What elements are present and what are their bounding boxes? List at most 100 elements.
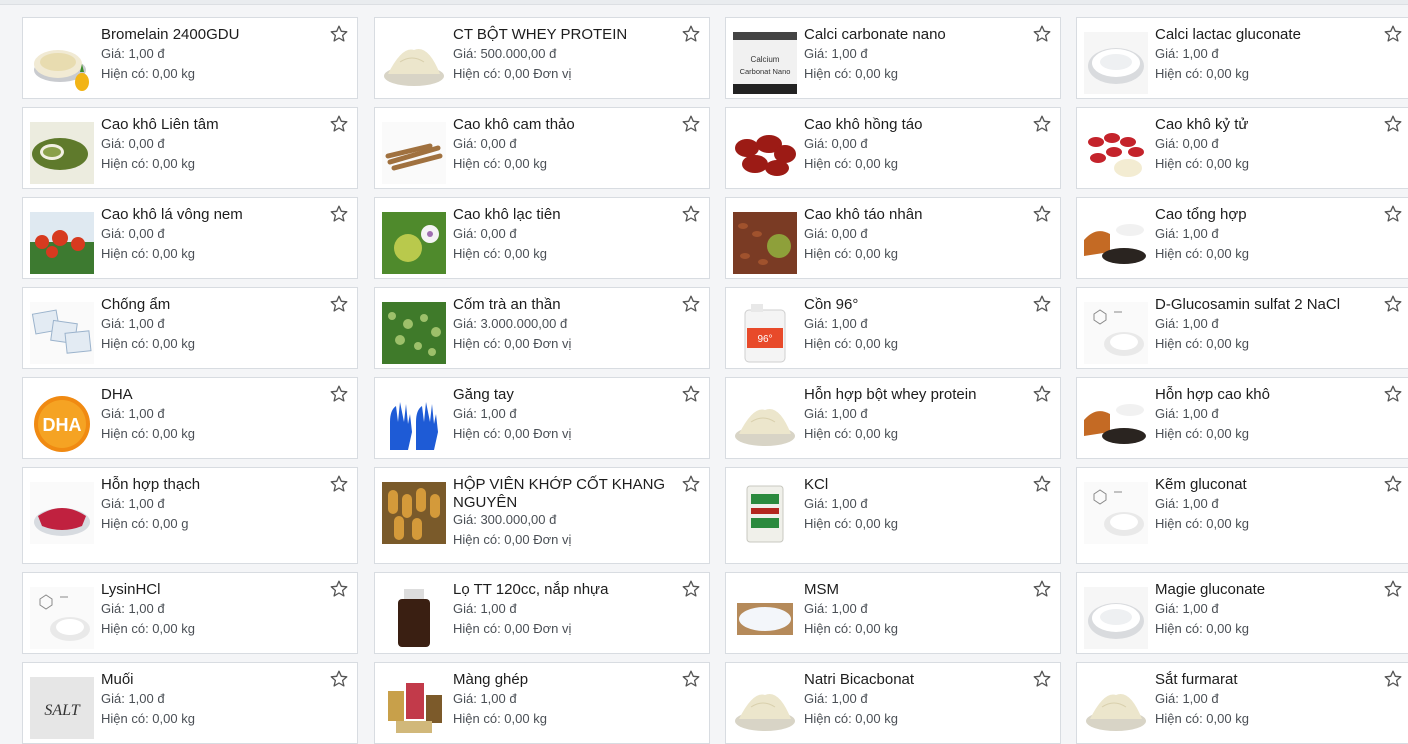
product-name[interactable]: Hỗn hợp cao khô [1155,386,1377,404]
product-name[interactable]: Cao khô táo nhân [804,206,1026,224]
star-icon[interactable] [681,474,701,494]
product-name[interactable]: Hỗn hợp bột whey protein [804,386,1026,404]
product-card[interactable]: Hỗn hợp thạch Giá: 1,00 đ Hiện có: 0,00 … [22,467,358,564]
star-icon[interactable] [1032,294,1052,314]
product-card[interactable]: Găng tay Giá: 1,00 đ Hiện có: 0,00 Đơn v… [374,377,710,459]
product-card[interactable]: HỘP VIÊN KHỚP CỐT KHANG NGUYÊN Giá: 300.… [374,467,710,564]
star-icon[interactable] [1032,384,1052,404]
star-icon[interactable] [329,474,349,494]
star-icon[interactable] [681,114,701,134]
product-card[interactable]: Cao khô lá vông nem Giá: 0,00 đ Hiện có:… [22,197,358,279]
product-name[interactable]: Natri Bicacbonat [804,671,1026,689]
product-card[interactable]: LysinHCl Giá: 1,00 đ Hiện có: 0,00 kg [22,572,358,654]
product-card[interactable]: MSM Giá: 1,00 đ Hiện có: 0,00 kg [725,572,1061,654]
star-icon[interactable] [681,579,701,599]
product-name[interactable]: Màng ghép [453,671,675,689]
star-icon[interactable] [681,294,701,314]
product-name[interactable]: Cao khô hồng táo [804,116,1026,134]
product-card[interactable]: Magie gluconate Giá: 1,00 đ Hiện có: 0,0… [1076,572,1408,654]
star-icon[interactable] [681,384,701,404]
product-name[interactable]: HỘP VIÊN KHỚP CỐT KHANG NGUYÊN [453,476,675,512]
product-name[interactable]: KCl [804,476,1026,494]
product-name[interactable]: LysinHCl [101,581,323,599]
product-card[interactable]: DHA DHA Giá: 1,00 đ Hiện có: 0,00 kg [22,377,358,459]
product-card[interactable]: Sắt furmarat Giá: 1,00 đ Hiện có: 0,00 k… [1076,662,1408,744]
product-card[interactable]: KCl Giá: 1,00 đ Hiện có: 0,00 kg [725,467,1061,564]
product-name[interactable]: DHA [101,386,323,404]
star-icon[interactable] [1383,114,1403,134]
star-icon[interactable] [1383,204,1403,224]
product-card[interactable]: SALT Muối Giá: 1,00 đ Hiện có: 0,00 kg [22,662,358,744]
star-icon[interactable] [1383,294,1403,314]
star-icon[interactable] [329,114,349,134]
star-icon[interactable] [329,579,349,599]
product-card[interactable]: Hỗn hợp bột whey protein Giá: 1,00 đ Hiệ… [725,377,1061,459]
product-name[interactable]: Muối [101,671,323,689]
product-name[interactable]: Magie gluconate [1155,581,1377,599]
product-name[interactable]: Cồn 96° [804,296,1026,314]
product-name[interactable]: Cao khô kỷ tử [1155,116,1377,134]
star-icon[interactable] [329,204,349,224]
star-icon[interactable] [1383,24,1403,44]
product-card[interactable]: Lọ TT 120cc, nắp nhựa Giá: 1,00 đ Hiện c… [374,572,710,654]
star-icon[interactable] [1032,114,1052,134]
star-icon[interactable] [1383,579,1403,599]
star-icon[interactable] [329,669,349,689]
star-icon[interactable] [1383,384,1403,404]
product-card[interactable]: Cao khô Liên tâm Giá: 0,00 đ Hiện có: 0,… [22,107,358,189]
product-card[interactable]: Kẽm gluconat Giá: 1,00 đ Hiện có: 0,00 k… [1076,467,1408,564]
product-name[interactable]: CT BỘT WHEY PROTEIN [453,26,675,44]
product-card[interactable]: Calcium Carbonat Nano Calci carbonate nan… [725,17,1061,99]
product-name[interactable]: Bromelain 2400GDU [101,26,323,44]
product-name[interactable]: Cao tổng hợp [1155,206,1377,224]
star-icon[interactable] [329,24,349,44]
product-card[interactable]: Cao khô cam thảo Giá: 0,00 đ Hiện có: 0,… [374,107,710,189]
product-card[interactable]: Calci lactac gluconate Giá: 1,00 đ Hiện … [1076,17,1408,99]
product-name[interactable]: Cao khô cam thảo [453,116,675,134]
star-icon[interactable] [1032,474,1052,494]
product-name[interactable]: Lọ TT 120cc, nắp nhựa [453,581,675,599]
product-name[interactable]: D-Glucosamin sulfat 2 NaCl [1155,296,1377,314]
product-card[interactable]: D-Glucosamin sulfat 2 NaCl Giá: 1,00 đ H… [1076,287,1408,369]
product-name[interactable]: Kẽm gluconat [1155,476,1377,494]
star-icon[interactable] [329,384,349,404]
star-icon[interactable] [681,669,701,689]
product-card[interactable]: Chống ẩm Giá: 1,00 đ Hiện có: 0,00 kg [22,287,358,369]
product-name[interactable]: Găng tay [453,386,675,404]
product-stock: Hiện có: 0,00 kg [1155,426,1249,441]
star-icon[interactable] [1032,204,1052,224]
star-icon[interactable] [1383,474,1403,494]
product-card[interactable]: Màng ghép Giá: 1,00 đ Hiện có: 0,00 kg [374,662,710,744]
product-card[interactable]: Cốm trà an thần Giá: 3.000.000,00 đ Hiện… [374,287,710,369]
product-thumbnail [733,482,797,544]
product-card[interactable]: 96° Cồn 96° Giá: 1,00 đ Hiện có: 0,00 kg [725,287,1061,369]
product-card[interactable]: Bromelain 2400GDU Giá: 1,00 đ Hiện có: 0… [22,17,358,99]
product-card[interactable]: Cao khô táo nhân Giá: 0,00 đ Hiện có: 0,… [725,197,1061,279]
svg-text:SALT: SALT [44,702,80,719]
product-card[interactable]: Cao tổng hợp Giá: 1,00 đ Hiện có: 0,00 k… [1076,197,1408,279]
product-name[interactable]: Cao khô Liên tâm [101,116,323,134]
star-icon[interactable] [1032,669,1052,689]
product-name[interactable]: MSM [804,581,1026,599]
product-card[interactable]: Hỗn hợp cao khô Giá: 1,00 đ Hiện có: 0,0… [1076,377,1408,459]
product-name[interactable]: Sắt furmarat [1155,671,1377,689]
product-card[interactable]: Cao khô lạc tiên Giá: 0,00 đ Hiện có: 0,… [374,197,710,279]
star-icon[interactable] [1383,669,1403,689]
product-name[interactable]: Calci lactac gluconate [1155,26,1377,44]
star-icon[interactable] [681,204,701,224]
product-name[interactable]: Cốm trà an thần [453,296,675,314]
star-icon[interactable] [1032,24,1052,44]
product-name[interactable]: Calci carbonate nano [804,26,1026,44]
product-name[interactable]: Chống ẩm [101,296,323,314]
product-card[interactable]: Natri Bicacbonat Giá: 1,00 đ Hiện có: 0,… [725,662,1061,744]
product-stock: Hiện có: 0,00 kg [804,336,898,351]
product-name[interactable]: Cao khô lạc tiên [453,206,675,224]
star-icon[interactable] [681,24,701,44]
product-card[interactable]: Cao khô hồng táo Giá: 0,00 đ Hiện có: 0,… [725,107,1061,189]
star-icon[interactable] [1032,579,1052,599]
product-card[interactable]: Cao khô kỷ tử Giá: 0,00 đ Hiện có: 0,00 … [1076,107,1408,189]
product-name[interactable]: Cao khô lá vông nem [101,206,323,224]
star-icon[interactable] [329,294,349,314]
product-card[interactable]: CT BỘT WHEY PROTEIN Giá: 500.000,00 đ Hi… [374,17,710,99]
product-name[interactable]: Hỗn hợp thạch [101,476,323,494]
